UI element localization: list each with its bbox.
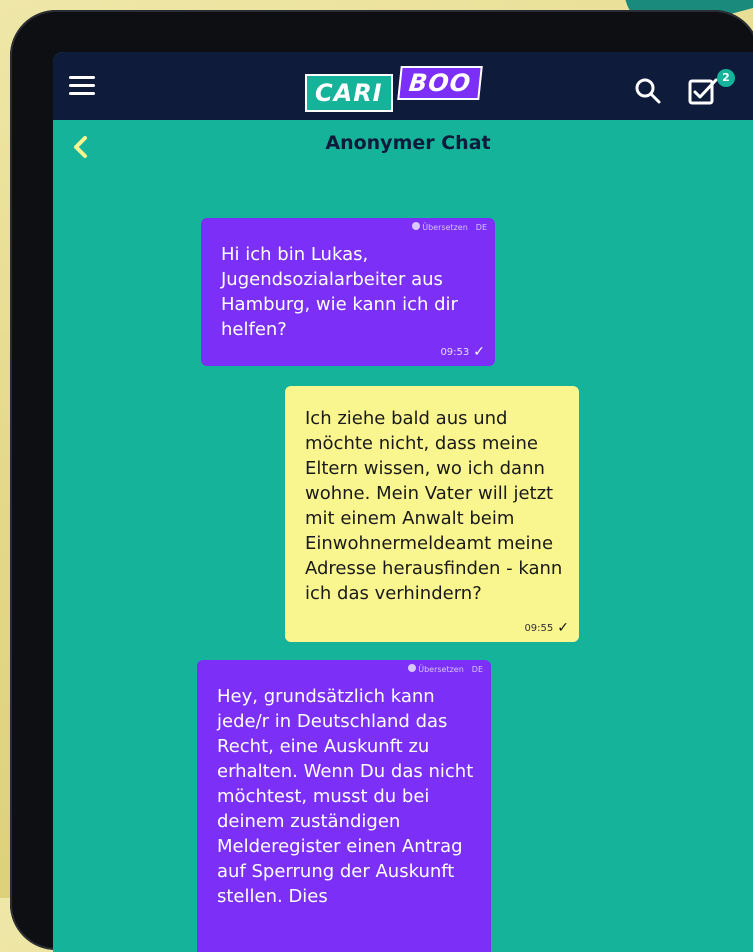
logo-part-cari: CARI bbox=[305, 74, 393, 112]
check-icon: ✓ bbox=[557, 620, 569, 636]
chat-message-incoming: Übersetzen DE Hi ich bin Lukas, Jugendso… bbox=[201, 218, 495, 366]
message-text: Hey, grundsätzlich kann jede/r in Deutsc… bbox=[217, 686, 474, 907]
hamburger-menu-icon[interactable] bbox=[69, 76, 95, 96]
message-time: 09:53 bbox=[440, 346, 470, 358]
translate-globe-icon bbox=[412, 222, 421, 230]
chat-title: Anonymer Chat bbox=[325, 132, 491, 154]
app-screen: CARI BOO 2 Anonymer Chat Übersetzen DE H… bbox=[53, 52, 753, 952]
translate-row[interactable]: Übersetzen DE bbox=[412, 222, 487, 232]
tablet-frame: CARI BOO 2 Anonymer Chat Übersetzen DE H… bbox=[10, 10, 753, 952]
chat-message-incoming: Übersetzen DE Hey, grundsätzlich kann je… bbox=[197, 660, 491, 952]
message-time: 09:55 bbox=[524, 622, 554, 634]
translate-globe-icon bbox=[408, 664, 417, 672]
chat-message-outgoing: Ich ziehe bald aus und möchte nicht, das… bbox=[285, 386, 579, 642]
language-code: DE bbox=[471, 664, 483, 674]
search-icon[interactable] bbox=[633, 76, 663, 106]
language-code: DE bbox=[475, 222, 487, 232]
message-meta: 09:53 ✓ bbox=[440, 344, 485, 360]
translate-link[interactable]: Übersetzen bbox=[418, 665, 464, 674]
inbox-check-icon[interactable] bbox=[687, 74, 721, 108]
message-meta: 09:55 ✓ bbox=[524, 620, 569, 636]
check-icon: ✓ bbox=[473, 344, 485, 360]
inbox-count-badge: 2 bbox=[717, 69, 735, 87]
top-navigation-bar: CARI BOO 2 bbox=[53, 52, 753, 120]
logo-part-boo: BOO bbox=[397, 66, 483, 100]
message-text: Hi ich bin Lukas, Jugendsozialarbeiter a… bbox=[221, 244, 458, 340]
translate-link[interactable]: Übersetzen bbox=[422, 223, 468, 232]
translate-row[interactable]: Übersetzen DE bbox=[408, 664, 483, 674]
message-text: Ich ziehe bald aus und möchte nicht, das… bbox=[305, 408, 563, 604]
